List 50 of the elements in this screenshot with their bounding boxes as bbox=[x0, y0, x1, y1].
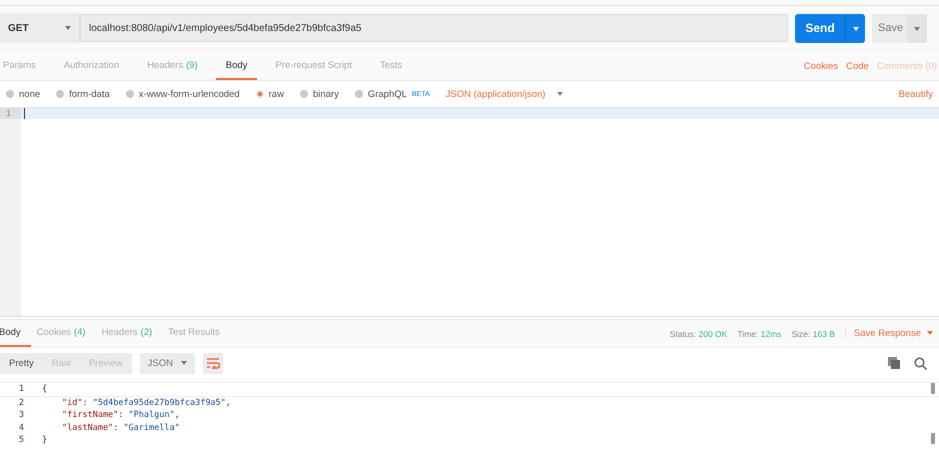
response-tab[interactable]: Headers (2) bbox=[102, 321, 152, 347]
url-field[interactable]: localhost:8080/api/v1/employees/5d4befa95de27b9bfca3f9a5 bbox=[80, 14, 788, 42]
response-meta: Status: 200 OK bbox=[670, 328, 728, 338]
response-tab[interactable]: Body bbox=[0, 321, 31, 347]
response-meta: Size: 163 B bbox=[791, 328, 835, 338]
header-link[interactable]: Code bbox=[846, 61, 869, 72]
wrap-icon bbox=[206, 357, 220, 369]
response-tab[interactable]: Cookies (4) bbox=[36, 321, 86, 347]
request-body-editor[interactable]: 1 bbox=[0, 107, 939, 317]
request-tab[interactable]: Params bbox=[3, 54, 36, 80]
response-meta: Time: 12ms bbox=[737, 328, 782, 338]
wrap-lines-button[interactable] bbox=[202, 352, 223, 374]
search-icon[interactable] bbox=[914, 356, 927, 370]
request-tab[interactable]: Authorization bbox=[64, 54, 120, 80]
request-tab[interactable]: Body bbox=[216, 54, 258, 80]
code-line: "firstName": "Phalgun", bbox=[61, 410, 180, 420]
code-line: } bbox=[42, 435, 48, 446]
caret-icon bbox=[65, 26, 71, 30]
code-line: "lastName": "Garimella" bbox=[61, 422, 180, 433]
code-line: "id": "5d4befa95de27b9bfca3f9a5", bbox=[61, 398, 231, 408]
line-number: 1 bbox=[0, 108, 21, 119]
method-dropdown[interactable]: GET bbox=[0, 13, 80, 43]
response-tab[interactable]: Test Results bbox=[168, 321, 220, 347]
line-number: 5 bbox=[18, 435, 25, 446]
content-type-dropdown[interactable]: JSON (application/json) bbox=[446, 88, 564, 100]
request-tab[interactable]: Headers (9) bbox=[147, 54, 198, 80]
beautify-link[interactable]: Beautify bbox=[898, 88, 933, 100]
line-number: 2 bbox=[18, 398, 25, 408]
body-type-radio[interactable]: raw bbox=[256, 88, 284, 100]
beta-label: BETA bbox=[412, 90, 430, 98]
body-type-radio[interactable]: x-www-form-urlencoded bbox=[126, 88, 240, 100]
code-line: { bbox=[42, 384, 48, 394]
body-type-radio[interactable]: GraphQL $^{BETA}$ bbox=[354, 88, 430, 100]
format-dropdown[interactable]: JSON bbox=[140, 352, 195, 374]
body-type-radio[interactable]: none bbox=[6, 88, 40, 100]
body-type-radio[interactable]: form-data bbox=[56, 88, 110, 100]
view-mode-button[interactable]: Pretty bbox=[0, 352, 43, 374]
text-cursor bbox=[24, 108, 25, 119]
line-number: 4 bbox=[18, 422, 25, 433]
send-options-button[interactable] bbox=[845, 14, 865, 42]
header-link[interactable]: Cookies bbox=[804, 61, 838, 72]
request-tab[interactable]: Pre-request Script bbox=[275, 54, 352, 80]
line-number: 1 bbox=[18, 384, 25, 394]
copy-icon[interactable] bbox=[888, 357, 900, 369]
request-tab[interactable]: Tests bbox=[380, 54, 402, 80]
send-button[interactable]: Send bbox=[795, 14, 845, 42]
body-type-radio[interactable]: binary bbox=[300, 88, 339, 100]
save-response-button[interactable]: Save Response bbox=[844, 328, 933, 339]
save-button[interactable]: Save bbox=[872, 14, 907, 42]
line-number: 3 bbox=[18, 410, 25, 420]
